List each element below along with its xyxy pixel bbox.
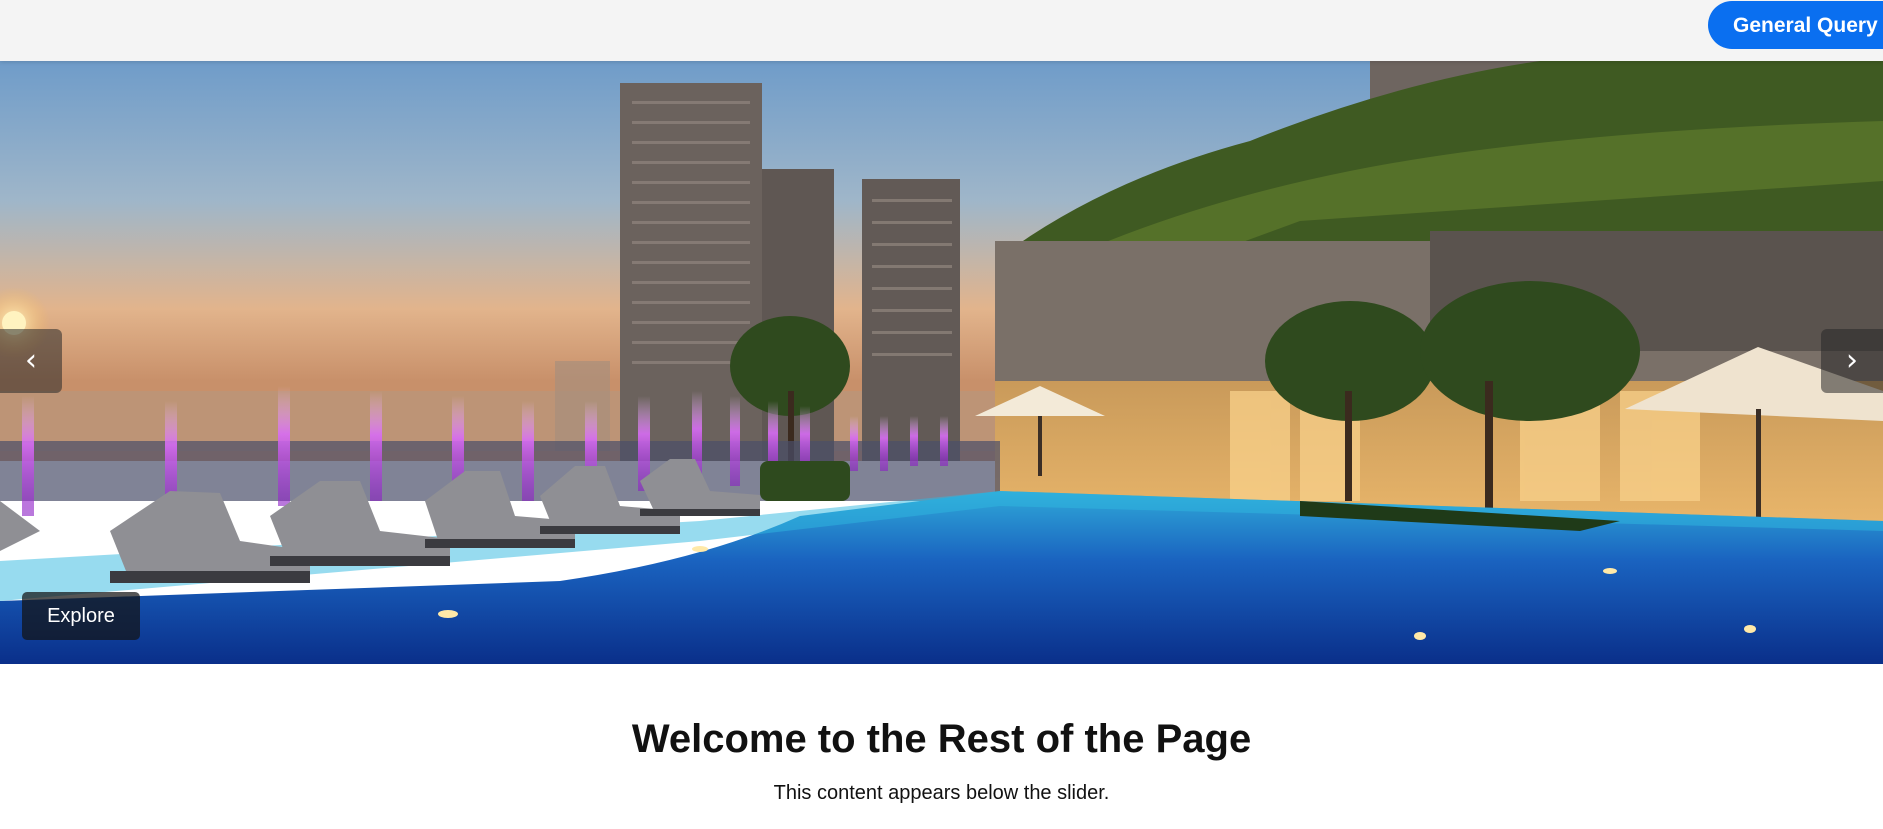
hero-slider[interactable]: ‹ › Explore [0, 61, 1883, 664]
page-heading: Welcome to the Rest of the Page [631, 717, 1252, 761]
general-query-button[interactable]: General Query [1708, 1, 1883, 49]
page-content: Welcome to the Rest of the Page This con… [0, 664, 1883, 805]
slider-next-button[interactable]: › [1821, 329, 1883, 393]
explore-button[interactable]: Explore [22, 592, 140, 640]
slider-prev-button[interactable]: ‹ [0, 329, 62, 393]
top-header: General Query [0, 0, 1883, 61]
page-text: This content appears below the slider. [773, 782, 1110, 804]
slide-image [0, 61, 1883, 664]
